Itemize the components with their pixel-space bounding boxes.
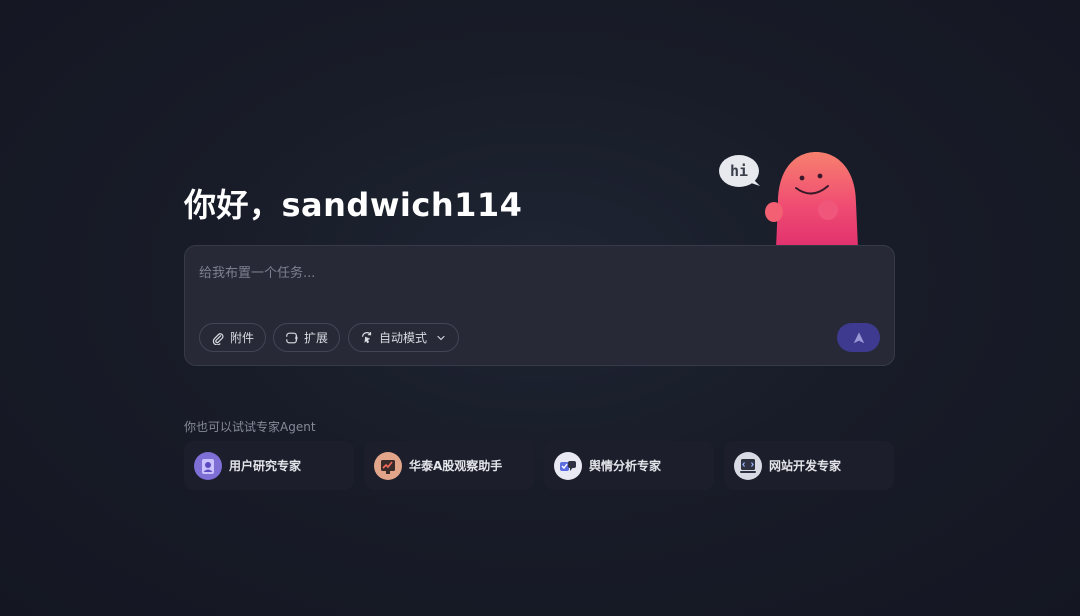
web-dev-icon bbox=[734, 451, 762, 480]
chevron-down-icon bbox=[437, 335, 445, 340]
mascot-illustration: hi bbox=[719, 152, 858, 248]
attach-button[interactable]: 附件 bbox=[199, 323, 267, 352]
extension-icon bbox=[285, 332, 298, 343]
expert-card-stock-watch[interactable]: 华泰A股观察助手 bbox=[364, 441, 534, 490]
expert-name: 网站开发专家 bbox=[769, 459, 842, 473]
expert-name: 华泰A股观察助手 bbox=[409, 459, 503, 473]
sentiment-analysis-icon bbox=[554, 451, 582, 480]
send-arrow-icon bbox=[853, 331, 864, 343]
expert-card-web-dev[interactable]: 网站开发专家 bbox=[724, 441, 894, 490]
greeting-title: 你好，sandwich114 bbox=[184, 186, 523, 224]
mode-label: 自动模式 bbox=[379, 331, 428, 345]
bubble-text: hi bbox=[730, 162, 748, 180]
expert-card-sentiment[interactable]: 舆情分析专家 bbox=[544, 441, 714, 490]
extend-button[interactable]: 扩展 bbox=[273, 323, 341, 352]
send-button[interactable] bbox=[837, 323, 880, 352]
task-input[interactable] bbox=[199, 262, 879, 302]
mode-dropdown[interactable]: 自动模式 bbox=[348, 323, 460, 352]
extend-label: 扩展 bbox=[304, 331, 329, 345]
expert-name: 用户研究专家 bbox=[229, 459, 302, 473]
attach-label: 附件 bbox=[230, 331, 255, 345]
user-research-icon bbox=[194, 451, 222, 480]
expert-card-user-research[interactable]: 用户研究专家 bbox=[184, 441, 354, 490]
speech-bubble: hi bbox=[719, 155, 760, 187]
expert-name: 舆情分析专家 bbox=[589, 459, 662, 473]
stock-watch-icon bbox=[374, 451, 402, 480]
mascot-body bbox=[776, 152, 858, 248]
paperclip-icon bbox=[212, 332, 224, 345]
expert-section-label: 你也可以试试专家Agent bbox=[184, 420, 316, 434]
auto-mode-icon bbox=[362, 331, 372, 343]
task-composer: 附件 扩展 自动模式 bbox=[184, 245, 895, 366]
